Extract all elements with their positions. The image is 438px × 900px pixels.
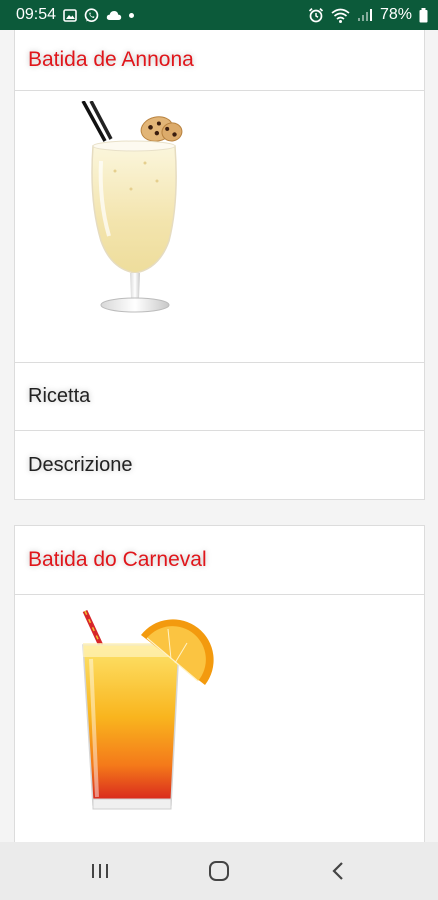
recipe-image-container[interactable] (15, 91, 424, 363)
orange-cocktail-image[interactable] (75, 607, 225, 822)
recipe-card[interactable]: Batida de Annona Ricetta Descrizione (14, 30, 425, 500)
card-header: Batida de Annona (15, 30, 424, 91)
card-header: Batida do Carneval (15, 526, 424, 595)
whatsapp-icon (84, 7, 99, 23)
notification-dot-icon (129, 12, 135, 18)
status-bar: 09:54 78% (0, 0, 438, 30)
description-link[interactable]: Descrizione (28, 454, 132, 477)
recipe-card[interactable]: Batida do Carneval (14, 525, 425, 842)
back-icon (332, 862, 344, 880)
battery-percent: 78% (379, 6, 412, 23)
recipe-list[interactable]: Batida de Annona Ricetta Descrizione Bat… (0, 30, 438, 842)
recipe-link-row[interactable]: Ricetta (15, 363, 424, 431)
status-bar-right: 78% (308, 6, 428, 24)
recipe-image-container[interactable] (15, 595, 424, 842)
status-bar-left: 09:54 (16, 6, 135, 24)
back-button[interactable] (313, 851, 363, 891)
recipe-title: Batida do Carneval (28, 548, 207, 571)
recent-apps-icon (91, 864, 108, 878)
wifi-icon (331, 8, 350, 23)
recipe-link[interactable]: Ricetta (28, 385, 90, 408)
alarm-icon (308, 7, 324, 23)
cloud-icon (106, 10, 122, 21)
recent-apps-button[interactable] (75, 851, 125, 891)
status-time: 09:54 (16, 6, 57, 23)
home-icon (208, 861, 229, 881)
recipe-title: Batida de Annona (28, 48, 194, 71)
description-link-row[interactable]: Descrizione (15, 431, 424, 499)
gallery-icon (63, 8, 77, 22)
signal-icon (357, 8, 373, 22)
creamy-cocktail-image[interactable] (75, 101, 195, 316)
navigation-bar (0, 842, 438, 900)
battery-icon (419, 7, 428, 23)
home-button[interactable] (194, 851, 244, 891)
